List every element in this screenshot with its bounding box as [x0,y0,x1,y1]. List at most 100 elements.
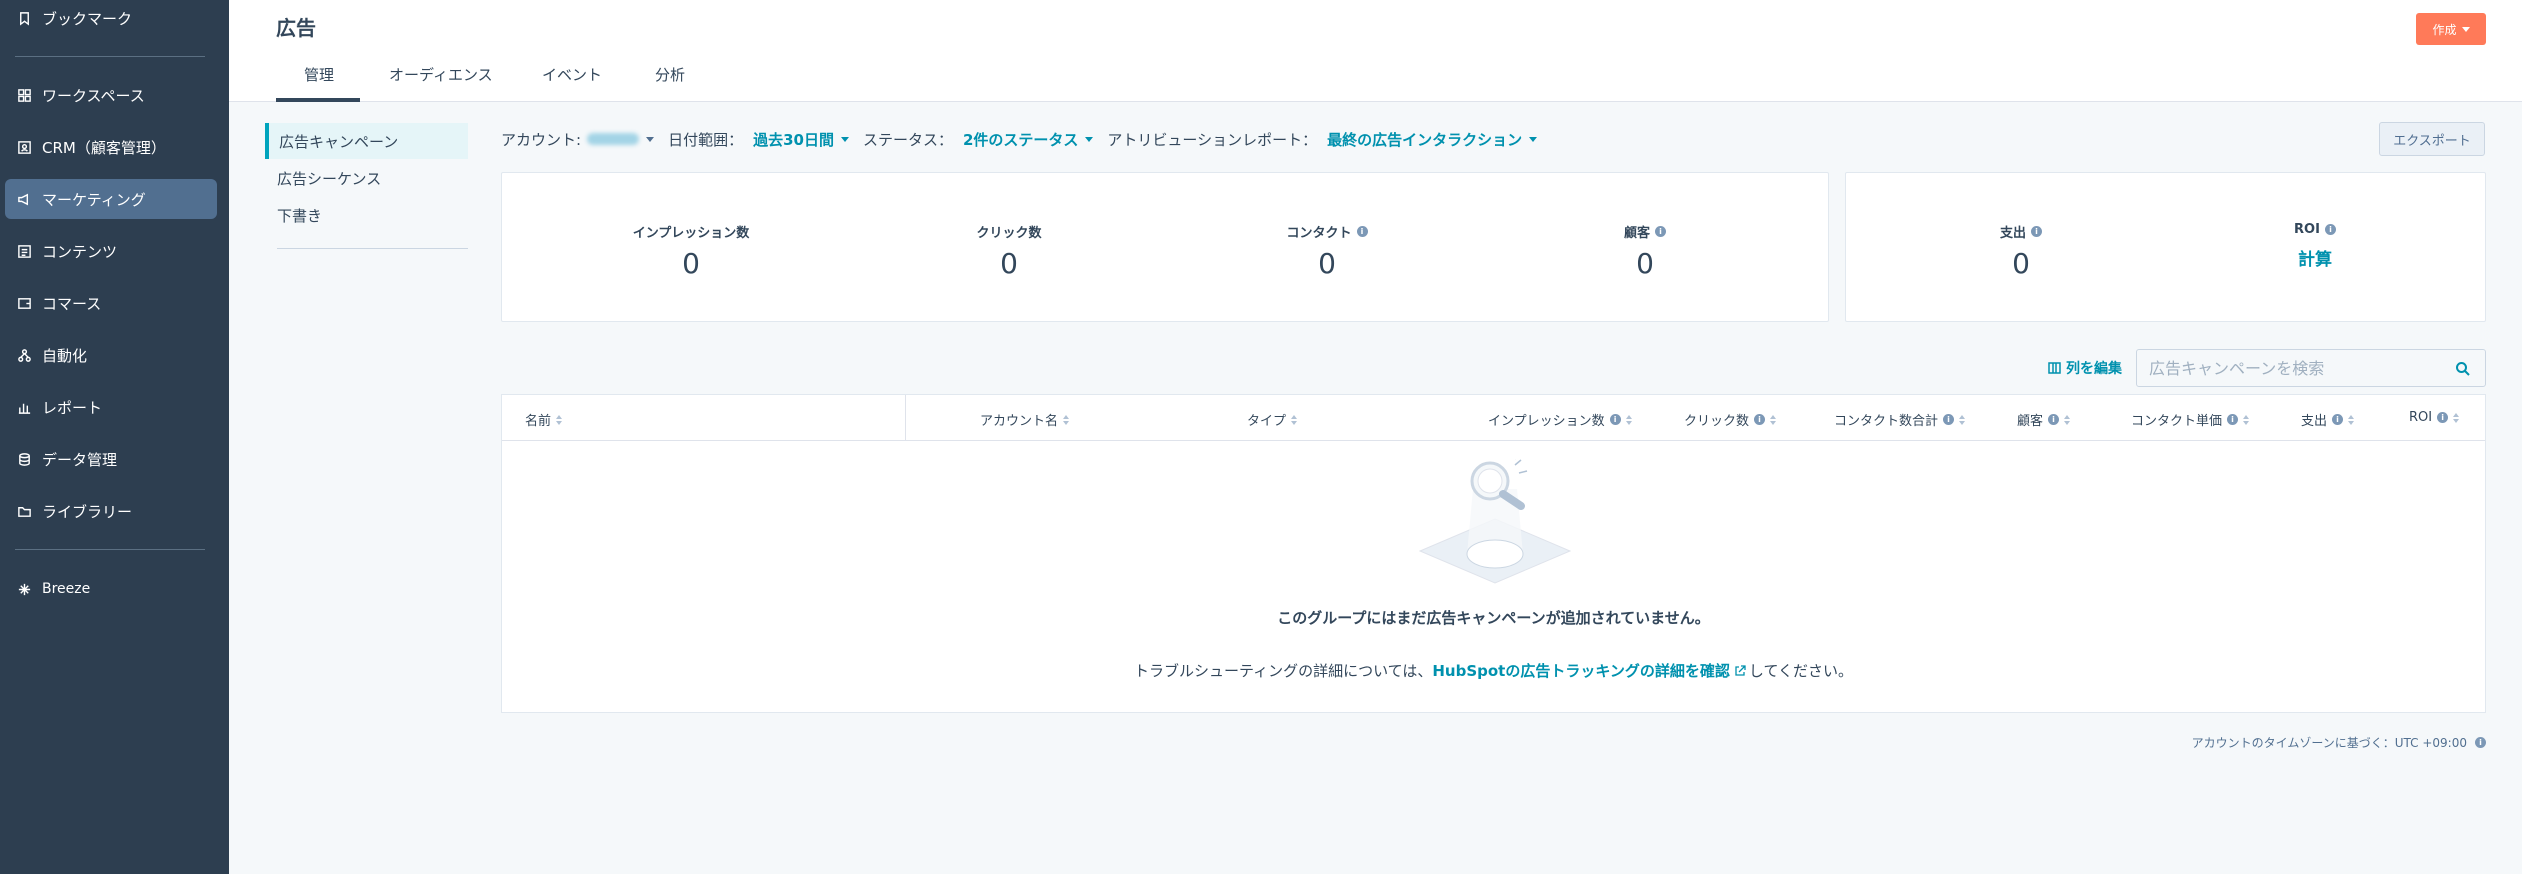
edit-columns-label: 列を編集 [2066,361,2122,377]
column-header-spend[interactable]: 支出 i [2301,410,2355,429]
sidebar-item-content[interactable]: コンテンツ [5,231,217,271]
campaign-search [2136,349,2486,387]
column-header-clicks[interactable]: クリック数 i [1684,410,1777,429]
empty-state-suffix: してください。 [1748,662,1853,680]
sort-icon [2064,414,2071,425]
column-label: 名前 [525,414,552,429]
chevron-down-icon[interactable] [646,136,655,142]
sidebar-item-workspace[interactable]: ワークスペース [5,75,217,115]
ad-tracking-help-link[interactable]: HubSpotの広告トラッキングの詳細を確認 [1432,662,1730,680]
sidebar-item-breeze[interactable]: Breeze [5,569,217,609]
column-label: コンタクト単価 [2131,414,2223,429]
wallet-icon [17,296,32,311]
column-header-type[interactable]: タイプ [1247,410,1298,429]
grid-icon [17,88,32,103]
column-label: 支出 [2301,414,2328,429]
tab-analyze[interactable]: 分析 [655,64,685,85]
info-icon[interactable]: i [2332,414,2344,425]
kpi-value: 0 [1000,247,1018,280]
column-header-roi[interactable]: ROI i [2409,410,2460,425]
sidebar-item-automation[interactable]: 自動化 [5,335,217,375]
column-header-cost-per-contact[interactable]: コンタクト単価 i [2131,410,2250,429]
database-icon [17,452,32,467]
kpi-label-row: ROI i [2190,222,2440,237]
kpi-spend: 支出 i 0 [1896,222,2146,280]
column-header-account-name[interactable]: アカウント名 [980,410,1070,429]
status-filter-value[interactable]: 2件のステータス [963,129,1078,150]
filter-bar: アカウント: 日付範囲： 過去30日間 ステータス： 2件のステータス アトリビ… [501,127,1551,151]
chevron-down-icon[interactable] [1085,136,1094,142]
sort-icon [2348,414,2355,425]
status-filter-label: ステータス： [862,130,953,149]
megaphone-icon [17,192,32,207]
tab-events[interactable]: イベント [542,64,602,85]
kpi-label-row: コンタクト i [1202,222,1452,241]
search-input[interactable] [2137,358,2437,378]
tab-manage[interactable]: 管理 [304,64,334,85]
info-icon[interactable]: i [2048,414,2060,425]
sidebar-item-bookmarks[interactable]: ブックマーク [5,0,217,38]
timezone-label: アカウントのタイムゾーンに基づく：UTC +09:00 [2191,736,2467,750]
sidebar-item-reports[interactable]: レポート [5,387,217,427]
column-header-customers[interactable]: 顧客 i [2017,410,2071,429]
subnav-ad-campaigns[interactable]: 広告キャンペーン [265,123,468,159]
sidebar-item-data-management[interactable]: データ管理 [5,439,217,479]
column-label: アカウント名 [980,414,1059,429]
sidebar-item-marketing[interactable]: マーケティング [5,179,217,219]
sort-icon [1959,414,1966,425]
active-tab-indicator [276,98,360,102]
info-icon[interactable]: i [2031,226,2042,237]
chevron-down-icon[interactable] [1529,136,1538,142]
sidebar-item-library[interactable]: ライブラリー [5,491,217,531]
kpi-value: 0 [2012,247,2030,280]
sort-icon [2453,412,2460,423]
columns-icon [2048,362,2061,374]
column-header-total-contacts[interactable]: コンタクト数合計 i [1834,410,1966,429]
kpi-card-performance: インプレッション数 0 クリック数 0 コンタクト i 0 顧客 i 0 [501,172,1829,322]
info-icon[interactable]: i [1943,414,1955,425]
kpi-card-spend: 支出 i 0 ROI i 計算 [1845,172,2486,322]
info-icon[interactable]: i [2437,412,2449,423]
edit-columns-button[interactable]: 列を編集 [2048,358,2122,378]
bar-chart-icon [17,400,32,415]
column-header-name[interactable]: 名前 [525,410,563,429]
kpi-roi: ROI i 計算 [2190,222,2440,270]
info-icon[interactable]: i [2227,414,2239,425]
create-button[interactable]: 作成 [2416,13,2486,45]
account-filter-value[interactable] [587,133,640,145]
subnav-ad-sequences[interactable]: 広告シーケンス [265,160,468,196]
create-button-label: 作成 [2432,22,2457,37]
search-icon[interactable] [2455,361,2471,377]
export-button[interactable]: エクスポート [2379,122,2485,156]
sidebar-item-label: レポート [42,398,103,417]
page-header: 広告 作成 管理 オーディエンス イベント 分析 [229,0,2522,102]
column-header-impressions[interactable]: インプレッション数 i [1488,410,1632,429]
empty-state-prefix: トラブルシューティングの詳細については、 [1133,662,1433,680]
sort-icon [1291,414,1298,425]
sidebar-divider [15,549,205,550]
empty-state-message: トラブルシューティングの詳細については、HubSpotの広告トラッキングの詳細を… [502,660,2485,681]
kpi-label-row: 顧客 i [1520,222,1770,241]
info-icon[interactable]: i [2324,224,2336,235]
info-icon[interactable]: i [2475,737,2486,748]
sidebar-item-label: Breeze [42,581,91,597]
info-icon[interactable]: i [1655,226,1666,237]
kpi-impressions: インプレッション数 0 [566,222,816,280]
contact-card-icon [17,140,32,155]
column-divider [905,395,906,441]
tab-audiences[interactable]: オーディエンス [389,64,493,85]
sidebar-item-commerce[interactable]: コマース [5,283,217,323]
sidebar-item-crm[interactable]: CRM（顧客管理） [5,127,217,167]
attribution-filter-value[interactable]: 最終の広告インタラクション [1327,129,1522,150]
info-icon[interactable]: i [1356,226,1368,237]
date-filter-value[interactable]: 過去30日間 [753,129,834,150]
sidebar-item-label: コンテンツ [42,242,118,261]
chevron-down-icon[interactable] [840,136,849,142]
sidebar-item-label: CRM（顧客管理） [42,138,166,157]
roi-calculate-link[interactable]: 計算 [2190,245,2440,270]
info-icon[interactable]: i [1754,414,1766,425]
subnav-drafts[interactable]: 下書き [265,197,468,233]
kpi-label: クリック数 [976,226,1042,241]
column-label: タイプ [1247,414,1287,429]
info-icon[interactable]: i [1609,414,1621,425]
